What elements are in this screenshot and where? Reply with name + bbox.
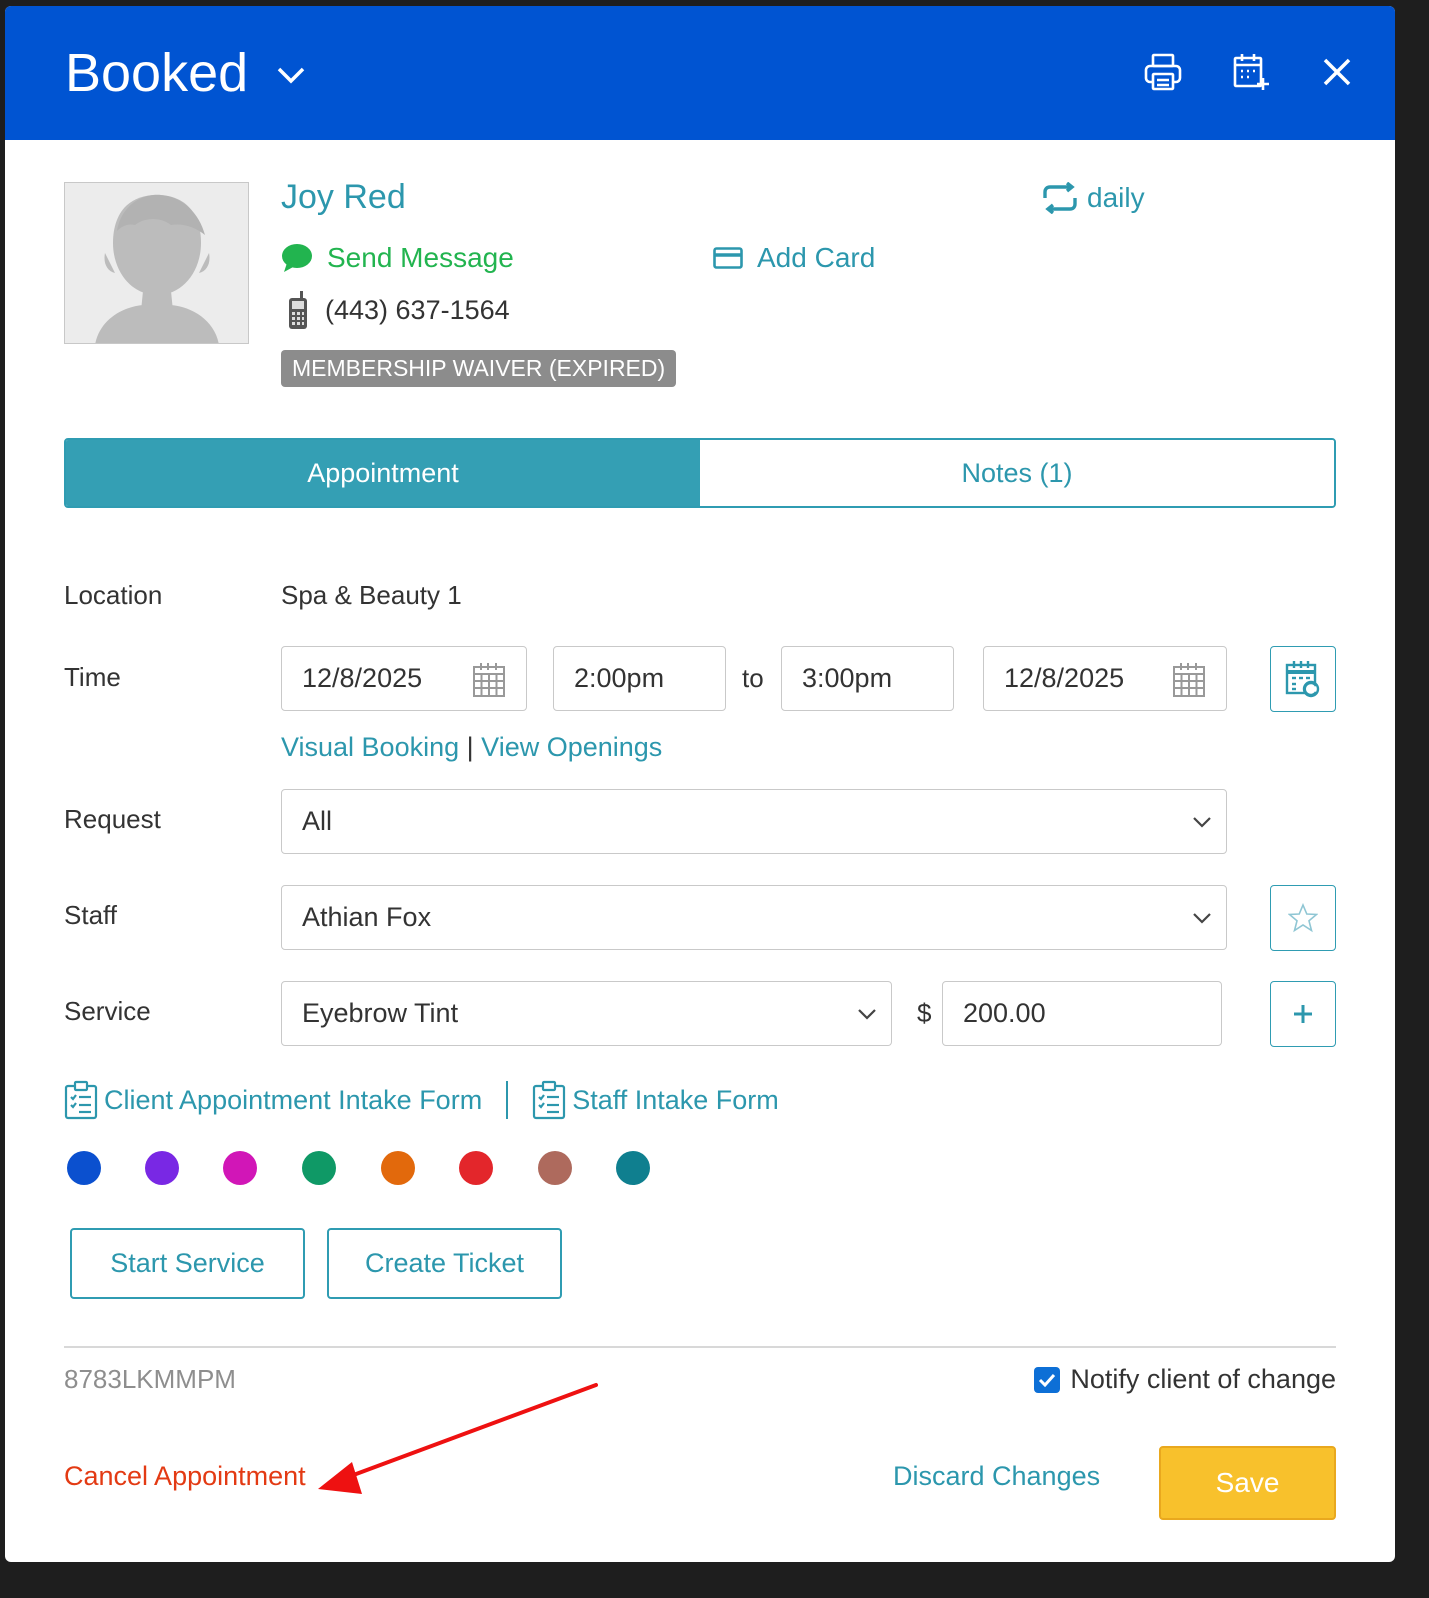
currency-symbol: $ [917,998,932,1028]
calendar-add-icon[interactable] [1229,50,1273,94]
chevron-down-icon [1193,913,1211,924]
end-date-value: 12/8/2025 [1004,663,1125,693]
color-swatch-red[interactable] [459,1151,493,1185]
staff-intake-form-label: Staff Intake Form [572,1084,779,1115]
request-select[interactable]: All [281,789,1227,854]
save-button[interactable]: Save [1159,1446,1336,1520]
staff-value: Athian Fox [302,902,432,932]
modal-header: Booked [5,6,1395,140]
calendar-icon [473,663,505,697]
time-label: Time [64,662,121,692]
add-card-label: Add Card [757,242,876,273]
recurrence-link[interactable]: daily [1041,182,1145,214]
color-swatch-brown[interactable] [538,1151,572,1185]
calendar-refresh-icon [1285,661,1320,698]
discard-changes-link[interactable]: Discard Changes [893,1461,1100,1492]
add-card-link[interactable]: Add Card [713,242,875,274]
send-message-link[interactable]: Send Message [281,242,514,274]
appointment-modal: Booked Joy Red daily Send Message Add Ca… [5,6,1395,1562]
view-openings-link[interactable]: View Openings [481,732,662,762]
printer-icon[interactable] [1141,50,1185,94]
chevron-down-icon [1193,817,1211,828]
start-date-input[interactable]: 12/8/2025 [281,646,527,711]
staff-label: Staff [64,900,118,930]
color-swatch-magenta[interactable] [223,1151,257,1185]
clipboard-icon [64,1080,98,1120]
credit-card-icon [713,247,743,269]
service-value: Eyebrow Tint [302,998,459,1028]
tab-notes[interactable]: Notes (1) [700,440,1334,506]
start-time-input[interactable]: 2:00pm [553,646,726,711]
phone-number: (443) 637-1564 [325,294,510,325]
end-time-input[interactable]: 3:00pm [781,646,954,711]
staff-intake-form-link[interactable]: Staff Intake Form [532,1080,779,1120]
client-name[interactable]: Joy Red [281,178,406,217]
start-service-button[interactable]: Start Service [70,1228,305,1299]
send-message-label: Send Message [327,242,514,273]
notify-label: Notify client of change [1070,1364,1336,1394]
chat-bubble-icon [282,244,312,272]
star-icon [1288,903,1318,933]
price-value: 200.00 [963,998,1046,1028]
client-phone: (443) 637-1564 [287,290,510,330]
tabs: Appointment Notes (1) [64,438,1336,508]
color-swatch-teal[interactable] [616,1151,650,1185]
color-swatch-orange[interactable] [381,1151,415,1185]
create-ticket-button[interactable]: Create Ticket [327,1228,562,1299]
notify-checkbox[interactable] [1034,1366,1061,1393]
color-swatch-blue[interactable] [67,1151,101,1185]
avatar [64,182,249,344]
end-date-input[interactable]: 12/8/2025 [983,646,1227,711]
request-label: Request [64,804,161,834]
notify-client-option: Notify client of change [1034,1364,1336,1395]
visual-booking-link[interactable]: Visual Booking [281,732,459,762]
color-swatch-green[interactable] [302,1151,336,1185]
chevron-down-icon [277,67,305,84]
cancel-appointment-link[interactable]: Cancel Appointment [64,1461,306,1492]
calendar-refresh-button[interactable] [1270,646,1336,712]
close-icon[interactable] [1315,50,1359,94]
calendar-icon [1173,663,1205,697]
favorite-staff-button[interactable] [1270,885,1336,951]
checkmark-icon [1039,1373,1056,1387]
service-select[interactable]: Eyebrow Tint [281,981,892,1046]
recurrence-label: daily [1087,182,1145,213]
links-separator: | [466,732,474,762]
client-intake-form-link[interactable]: Client Appointment Intake Form [64,1080,482,1120]
chevron-down-icon [858,1009,876,1020]
location-value: Spa & Beauty 1 [281,580,462,610]
booking-code: 8783LKMMPM [64,1364,236,1394]
client-intake-form-label: Client Appointment Intake Form [104,1084,483,1115]
intake-forms: Client Appointment Intake Form Staff Int… [64,1080,779,1120]
color-swatch-purple[interactable] [145,1151,179,1185]
status-label: Booked [65,43,249,103]
tab-appointment[interactable]: Appointment [66,440,700,506]
end-time-value: 3:00pm [802,663,893,693]
start-time-value: 2:00pm [574,663,665,693]
request-value: All [302,806,333,836]
staff-select[interactable]: Athian Fox [281,885,1227,950]
to-label: to [742,663,764,693]
plus-icon [1294,1005,1312,1023]
clipboard-icon [533,1080,566,1120]
add-service-button[interactable] [1270,981,1336,1047]
repeat-icon [1043,182,1077,214]
price-input[interactable]: 200.00 [942,981,1222,1046]
status-dropdown[interactable]: Booked [65,42,306,104]
membership-waiver-badge: MEMBERSHIP WAIVER (EXPIRED) [281,350,677,387]
avatar-placeholder-icon [95,194,219,343]
booking-links: Visual Booking | View Openings [281,732,662,763]
footer-divider [64,1346,1336,1348]
start-date-value: 12/8/2025 [302,663,423,693]
service-label: Service [64,996,151,1026]
intake-separator [506,1081,509,1119]
location-label: Location [64,580,163,610]
mobile-phone-icon [289,291,307,329]
